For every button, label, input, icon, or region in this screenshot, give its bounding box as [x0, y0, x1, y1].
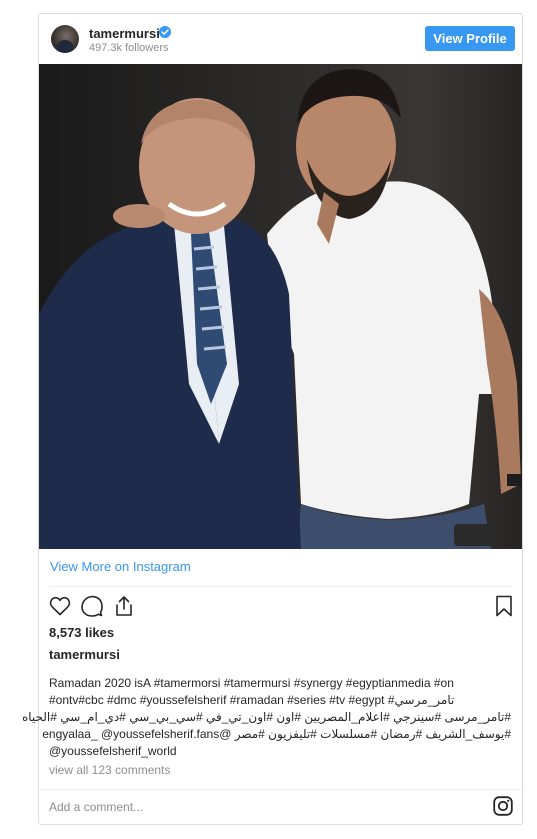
instagram-logo-icon[interactable]	[493, 796, 513, 816]
post-owner-username[interactable]: tamermursi	[49, 647, 120, 662]
heart-icon[interactable]	[48, 594, 72, 618]
caption-line: Ramadan 2020 isA #tamermorsi #tamermursi…	[49, 676, 454, 690]
post-header: tamermursi 497.3k followers View Profile	[39, 14, 522, 64]
bookmark-icon[interactable]	[492, 594, 516, 618]
caption-line: #تامر_مرسى #سينرجي #اعلام_المصريين #اون …	[21, 710, 511, 724]
view-more-on-instagram-link[interactable]: View More on Instagram	[50, 559, 191, 574]
comment-icon[interactable]	[80, 594, 104, 618]
like-count[interactable]: 8,573 likes	[49, 625, 114, 640]
avatar[interactable]	[51, 25, 79, 53]
view-all-comments-link[interactable]: view all 123 comments	[49, 763, 170, 777]
post-photo[interactable]	[39, 64, 522, 549]
caption-line: @youssefelsherif_world	[49, 744, 177, 758]
divider	[39, 789, 522, 790]
follower-count: 497.3k followers	[89, 42, 169, 54]
instagram-embed-card: tamermursi 497.3k followers View Profile	[21, 13, 523, 825]
caption-line: #يوسف_الشريف #رمضان #مسلسلات #تليفزيون #…	[42, 727, 511, 741]
username-link[interactable]: tamermursi	[89, 26, 160, 41]
caption-line: #ontv#cbc #dmc #youssefelsherif #ramadan…	[49, 693, 455, 707]
share-icon[interactable]	[112, 594, 136, 618]
post-photo-illustration	[39, 64, 522, 549]
verified-badge-icon	[159, 26, 171, 38]
view-profile-button[interactable]: View Profile	[425, 26, 515, 51]
post-caption: Ramadan 2020 isA #tamermorsi #tamermursi…	[21, 675, 511, 760]
divider	[50, 586, 511, 587]
add-comment-input[interactable]	[49, 800, 449, 814]
